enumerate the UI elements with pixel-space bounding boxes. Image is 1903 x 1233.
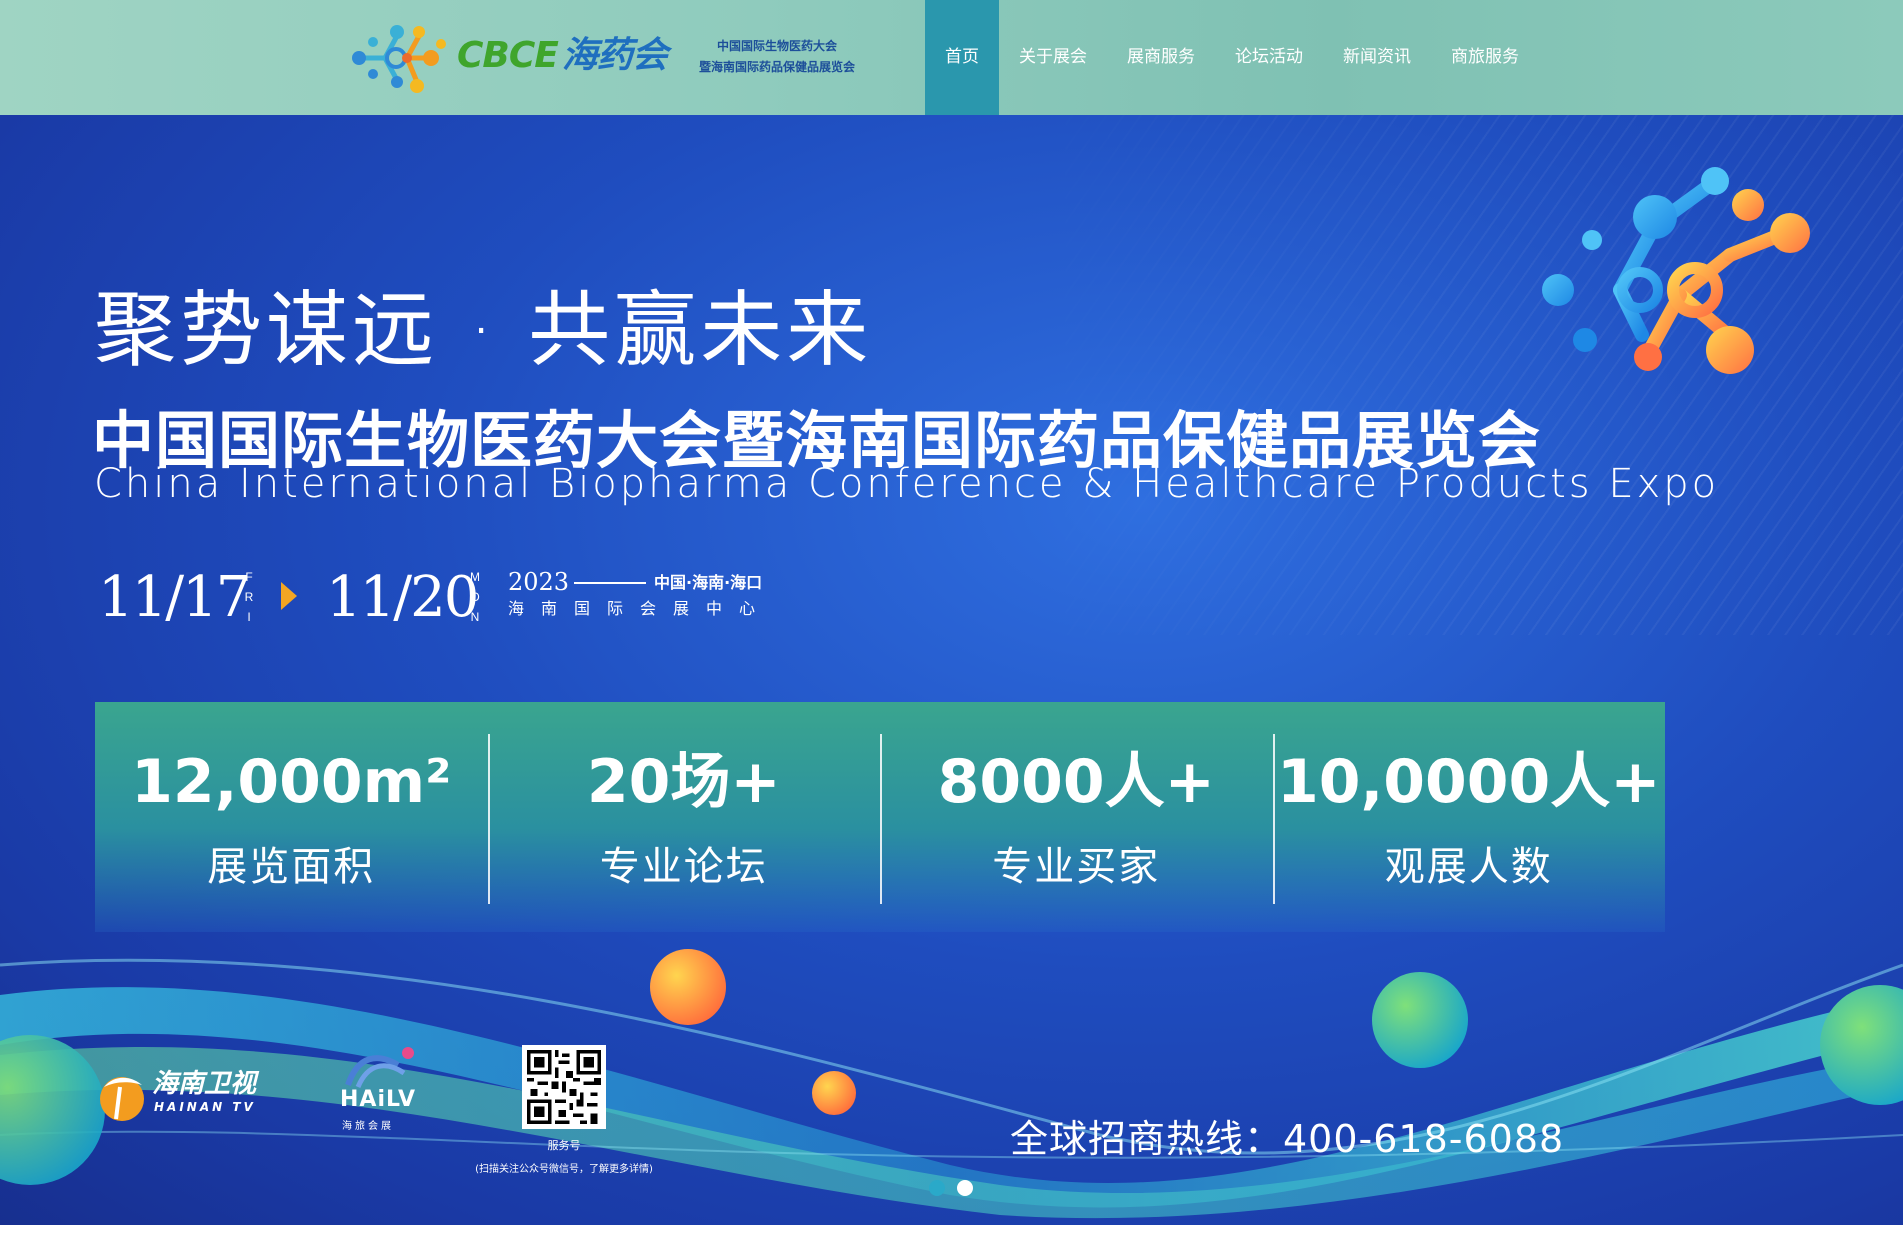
hailv-mark-icon [345, 1047, 414, 1089]
date-divider [574, 582, 646, 584]
qr-code-icon [527, 1050, 601, 1124]
logo-sub-line1: 中国国际生物医药大会 [716, 39, 837, 53]
partner-sub: 海旅会展 [342, 1121, 394, 1132]
nav-item-forum-events[interactable]: 论坛活动 [1215, 0, 1323, 115]
event-year: 2023 [508, 568, 570, 596]
logo-text-cn: 海药会 [561, 35, 668, 76]
logo-text-latin: CBCE [457, 35, 559, 76]
hero-title-en: China International Biopharma Conference… [94, 461, 1720, 507]
hero-slogan: 聚势谋远 · 共赢未来 [94, 283, 873, 378]
event-location-region: 中国·海南·海口 [654, 573, 763, 592]
nav-item-exhibitor-services[interactable]: 展商服务 [1107, 0, 1215, 115]
stat-label: 观展人数 [1384, 844, 1553, 890]
logo-subtitle: 中国国际生物医药大会 暨海南国际药品保健品展览会 [677, 36, 877, 78]
nav-item-about[interactable]: 关于展会 [999, 0, 1107, 115]
date-arrow-icon [281, 582, 297, 610]
palm-tree-icon [100, 1077, 144, 1121]
stat-buyers: 8000人+ 专业买家 [880, 702, 1273, 932]
stat-forums: 20场+ 专业论坛 [487, 702, 881, 932]
logo-sub-line2: 暨海南国际药品保健品展览会 [698, 60, 855, 74]
qr-note: (扫描关注公众号微信号，了解更多详情) [475, 1164, 653, 1175]
qr-label: 服务号 [547, 1139, 581, 1152]
event-stats-panel: 12,000m² 展览面积 20场+ 专业论坛 8000人+ 专业买家 10,0… [95, 702, 1665, 932]
molecule-graphic-icon [1542, 167, 1810, 374]
site-logo[interactable]: CBCE 海药会 中国国际生物医药大会 暨海南国际药品保健品展览会 [345, 14, 865, 98]
nav-item-news[interactable]: 新闻资讯 [1323, 0, 1431, 115]
stat-visitors: 10,0000人+ 观展人数 [1272, 702, 1666, 932]
stat-value: 8000人+ [937, 747, 1215, 817]
partner-logo-hailv: HAiLV 海旅会展 [338, 1045, 418, 1140]
partner-logo-hainan-tv: 海南卫视 HAINAN TV [94, 1067, 284, 1125]
stat-value: 20场+ [586, 747, 781, 817]
carousel-dot-1[interactable] [929, 1180, 945, 1196]
qr-code-image [522, 1045, 606, 1129]
end-day-of-week: MON [470, 570, 480, 624]
hero-banner-slide[interactable]: 聚势谋远 · 共赢未来 中国国际生物医药大会暨海南国际药品保健品展览会 Chin… [0, 115, 1903, 1225]
site-header: CBCE 海药会 中国国际生物医药大会 暨海南国际药品保健品展览会 首页 关于展会… [0, 0, 1903, 115]
stat-label: 专业买家 [992, 844, 1161, 890]
carousel-dot-2[interactable] [957, 1180, 973, 1196]
carousel-pagination [929, 1180, 973, 1200]
nav-item-travel-services[interactable]: 商旅服务 [1431, 0, 1539, 115]
main-nav: 首页 关于展会 展商服务 论坛活动 新闻资讯 商旅服务 [925, 0, 1539, 115]
start-day-of-week: FRI [244, 570, 254, 624]
molecule-logo-icon [352, 25, 446, 93]
logo-wordmark: CBCE 海药会 [457, 34, 668, 78]
investment-hotline: 全球招商热线：400-618-6088 [1010, 1117, 1565, 1161]
stat-value: 10,0000人+ [1276, 747, 1661, 817]
start-date: 11/17 [98, 565, 251, 630]
partner-sub: HAINAN TV [154, 1100, 256, 1114]
stat-value: 12,000m² [131, 747, 452, 817]
partner-name: HAiLV [340, 1087, 416, 1112]
stat-label: 专业论坛 [599, 844, 768, 890]
nav-item-home[interactable]: 首页 [925, 0, 999, 115]
stat-label: 展览面积 [207, 844, 376, 890]
end-date: 11/20 [326, 565, 479, 630]
stat-exhibition-area: 12,000m² 展览面积 [95, 702, 488, 932]
partner-name: 海南卫视 [152, 1069, 257, 1099]
event-venue: 海南国际会展中心 [508, 599, 773, 618]
